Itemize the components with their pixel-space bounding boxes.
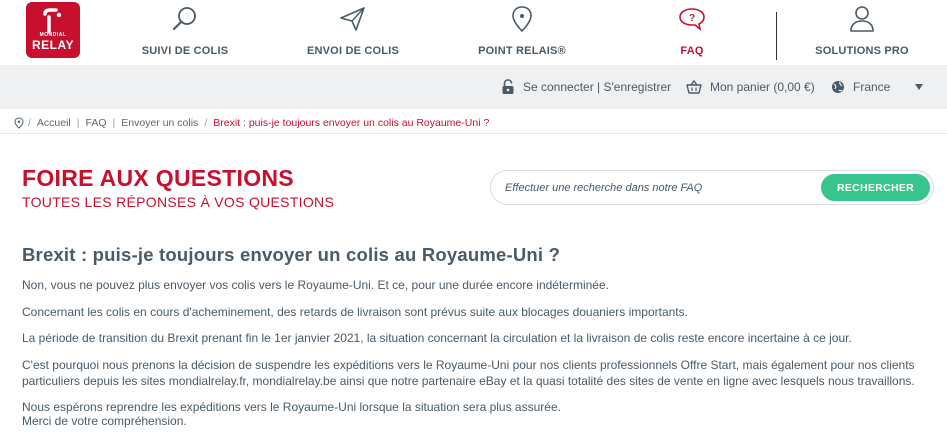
map-pin-icon [512, 6, 532, 33]
breadcrumb-separator: | [76, 117, 80, 129]
nav-label: FAQ [680, 45, 704, 57]
chevron-down-icon [915, 84, 924, 90]
breadcrumb-home[interactable]: Accueil [37, 117, 71, 129]
page-subtitle: TOUTES LES RÉPONSES À VOS QUESTIONS [22, 194, 335, 210]
cart-label: Mon panier (0,00 €) [710, 80, 815, 94]
lock-icon [502, 79, 514, 94]
login-label: Se connecter | S'enregistrer [523, 80, 672, 94]
breadcrumb: / Accueil | FAQ | Envoyer un colis / Bre… [14, 117, 489, 129]
cart-link[interactable]: Mon panier (0,00 €) [686, 65, 815, 109]
paper-plane-icon [340, 7, 365, 31]
breadcrumb-separator: | [112, 117, 116, 129]
search-icon [172, 7, 196, 31]
nav-envoi-de-colis[interactable]: ENVOI DE COLIS [298, 0, 408, 65]
nav-label: ENVOI DE COLIS [306, 45, 400, 57]
search-button[interactable]: RECHERCHER [821, 174, 930, 201]
breadcrumb-faq[interactable]: FAQ [86, 117, 107, 129]
faq-search-box: RECHERCHER [490, 170, 934, 205]
login-link[interactable]: Se connecter | S'enregistrer [501, 65, 671, 109]
globe-icon [832, 81, 844, 93]
location-icon [14, 117, 24, 129]
nav-solutions-pro[interactable]: SOLUTIONS PRO [806, 0, 918, 65]
breadcrumb-separator: / [28, 117, 31, 129]
breadcrumb-section[interactable]: Envoyer un colis [121, 117, 198, 129]
answer-closing: Merci de votre compréhension. [22, 414, 187, 428]
account-bar: Se connecter | S'enregistrer Mon panier … [0, 65, 947, 109]
faq-search-input[interactable] [505, 179, 805, 197]
nav-label: SOLUTIONS PRO [815, 45, 909, 57]
question-title: Brexit : puis-je toujours envoyer un col… [22, 244, 561, 265]
country-selector[interactable]: France [831, 65, 924, 109]
mondial-relay-logo[interactable]: MONDIAL RELAY [26, 2, 80, 58]
logo-mark-icon [43, 8, 62, 34]
answer-paragraph: C'est pourquoi nous prenons la décision … [22, 358, 915, 388]
page-title: FOIRE AUX QUESTIONS [22, 165, 294, 191]
nav-label: SUIVI DE COLIS [141, 45, 229, 57]
nav-faq[interactable]: ? FAQ [637, 0, 747, 65]
basket-icon [686, 80, 702, 94]
users-icon [850, 6, 874, 32]
breadcrumb-divider [0, 133, 947, 134]
nav-divider [776, 12, 777, 60]
answer-paragraph: La période de transition du Brexit prena… [22, 331, 852, 345]
country-label: France [853, 80, 891, 94]
logo-text-bottom: RELAY [31, 38, 75, 52]
question-bubble-icon: ? [679, 8, 705, 31]
svg-text:?: ? [689, 13, 695, 24]
nav-label: POINT RELAIS® [478, 45, 566, 57]
answer-paragraph: Concernant les colis en cours d'achemine… [22, 305, 688, 319]
nav-point-relais[interactable]: POINT RELAIS® [467, 0, 577, 65]
answer-paragraph: Non, vous ne pouvez plus envoyer vos col… [22, 278, 609, 292]
breadcrumb-current: Brexit : puis-je toujours envoyer un col… [213, 117, 490, 129]
nav-suivi-de-colis[interactable]: SUIVI DE COLIS [130, 0, 240, 65]
top-navigation: MONDIAL RELAY SUIVI DE COLIS ENVOI DE CO… [0, 0, 947, 65]
breadcrumb-separator: / [204, 117, 208, 129]
